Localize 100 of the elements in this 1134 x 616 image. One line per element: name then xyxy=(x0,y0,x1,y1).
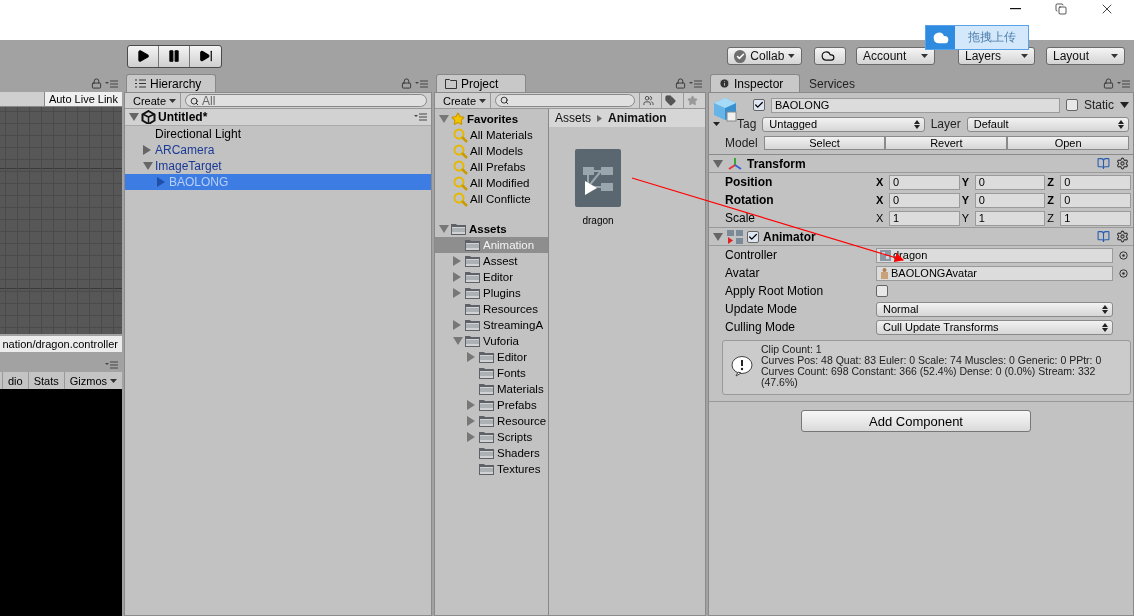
search-field[interactable]: All xyxy=(185,94,427,107)
caret-right-icon[interactable] xyxy=(453,272,461,282)
cloud-button[interactable] xyxy=(814,47,846,65)
favorite-item[interactable]: All Conflicte xyxy=(435,191,548,207)
folder-item[interactable]: Textures xyxy=(435,461,548,477)
favorite-item[interactable]: All Modified xyxy=(435,175,548,191)
favorite-item[interactable]: All Materials xyxy=(435,127,548,143)
breadcrumb-link[interactable]: Assets xyxy=(555,111,591,125)
model-button[interactable]: Revert xyxy=(885,136,1008,150)
settings-icon[interactable] xyxy=(1116,230,1129,243)
number-field[interactable]: 0 xyxy=(889,174,960,190)
menu-icon[interactable] xyxy=(414,113,427,121)
component-title: Transform xyxy=(747,156,806,171)
caret-right-icon[interactable] xyxy=(143,145,151,155)
help-book-icon[interactable] xyxy=(1097,230,1110,243)
folder-item[interactable]: Vuforia xyxy=(435,333,548,349)
filter-label-button[interactable] xyxy=(661,93,679,108)
layout-dropdown[interactable]: Layout xyxy=(1046,47,1125,65)
component-header[interactable]: Animator xyxy=(709,228,1133,246)
folder-item[interactable]: Shaders xyxy=(435,445,548,461)
checkbox[interactable] xyxy=(747,230,759,243)
favorites-header[interactable]: Favorites xyxy=(435,111,548,127)
number-field[interactable]: 0 xyxy=(974,192,1046,208)
breadcrumb-link[interactable]: Animation xyxy=(608,111,667,125)
folder-item[interactable]: Resources xyxy=(435,301,548,317)
folder-item[interactable]: Assest xyxy=(435,253,548,269)
search-field[interactable] xyxy=(495,94,635,107)
number-field[interactable]: 1 xyxy=(1060,210,1131,226)
settings-icon[interactable] xyxy=(1116,157,1129,170)
caret-right-icon[interactable] xyxy=(467,400,475,410)
caret-right-icon[interactable] xyxy=(467,352,475,362)
assets-header[interactable]: Assets xyxy=(435,221,548,237)
name-field[interactable]: BAOLONG xyxy=(771,97,1060,113)
caret-right-icon[interactable] xyxy=(453,288,461,298)
number-field[interactable]: 1 xyxy=(974,210,1046,226)
menu-icon[interactable] xyxy=(105,79,118,88)
asset-item[interactable]: dragon xyxy=(574,149,622,226)
search-icon xyxy=(453,175,468,191)
dropdown[interactable]: Normal xyxy=(876,301,1113,317)
number-field[interactable]: 0 xyxy=(1060,174,1131,190)
folder-item[interactable]: Prefabs xyxy=(435,397,548,413)
folder-item[interactable]: Fonts xyxy=(435,365,548,381)
lock-icon[interactable] xyxy=(401,78,412,89)
create-dropdown[interactable]: Create xyxy=(129,93,182,108)
folder-item[interactable]: Resource xyxy=(435,413,548,429)
menu-icon[interactable] xyxy=(1117,79,1130,88)
panel-tab[interactable]: Inspector xyxy=(710,74,800,92)
panel-tab[interactable]: Hierarchy xyxy=(126,74,216,92)
folder-icon xyxy=(465,287,480,299)
component-header[interactable]: Transform xyxy=(709,155,1133,173)
number-field[interactable]: 0 xyxy=(974,174,1046,190)
model-button[interactable]: Select xyxy=(763,136,886,150)
folder-item[interactable]: Editor xyxy=(435,349,548,365)
favorite-item[interactable]: All Models xyxy=(435,143,548,159)
number-field[interactable]: 0 xyxy=(1060,192,1131,208)
layer-label: Layer xyxy=(930,117,961,131)
checkbox[interactable] xyxy=(1066,99,1078,111)
menu-icon[interactable] xyxy=(689,79,702,88)
filter-type-button[interactable] xyxy=(639,93,657,108)
tag-dropdown[interactable]: Untagged xyxy=(762,116,925,132)
layer-dropdown[interactable]: Default xyxy=(966,116,1129,132)
upload-toast[interactable]: 拖拽上传 xyxy=(925,25,1029,50)
checkbox[interactable] xyxy=(753,99,765,111)
lock-icon[interactable] xyxy=(675,78,686,89)
folder-item[interactable]: Scripts xyxy=(435,429,548,445)
lock-icon[interactable] xyxy=(1103,78,1114,89)
folder-item[interactable]: Materials xyxy=(435,381,548,397)
create-dropdown[interactable]: Create xyxy=(439,93,492,108)
panel-tab[interactable]: Services xyxy=(800,74,866,92)
number-field[interactable]: 1 xyxy=(889,210,960,226)
tree-item[interactable]: ARCamera xyxy=(125,142,431,158)
checkbox[interactable] xyxy=(876,285,888,297)
live-link-toggle[interactable]: Auto Live Link xyxy=(43,92,122,106)
menu-icon[interactable] xyxy=(105,361,118,369)
folder-item[interactable]: Plugins xyxy=(435,285,548,301)
caret-right-icon[interactable] xyxy=(453,256,461,266)
model-button[interactable]: Open xyxy=(1007,136,1129,150)
menu-icon[interactable] xyxy=(415,79,428,88)
caret-down-icon[interactable] xyxy=(1120,102,1129,108)
add-component-button[interactable]: Add Component xyxy=(801,410,1031,432)
panel-tab[interactable]: Project xyxy=(436,74,526,92)
lock-icon[interactable] xyxy=(91,78,102,89)
caret-right-icon[interactable] xyxy=(453,320,461,330)
tree-item[interactable]: Directional Light xyxy=(125,126,431,142)
folder-item[interactable]: Editor xyxy=(435,269,548,285)
caret-right-icon[interactable] xyxy=(157,177,165,187)
dropdown[interactable]: Cull Update Transforms xyxy=(876,319,1113,335)
account-dropdown[interactable]: Account xyxy=(856,47,935,65)
caret-down-icon xyxy=(788,54,795,58)
search-icon xyxy=(453,143,468,159)
favorite-item[interactable]: All Prefabs xyxy=(435,159,548,175)
folder-item[interactable]: StreamingA xyxy=(435,317,548,333)
scene-header[interactable]: Untitled* xyxy=(125,109,431,126)
object-field[interactable]: BAOLONGAvatar xyxy=(876,265,1113,281)
tree-item[interactable]: ImageTarget xyxy=(125,158,431,174)
help-book-icon[interactable] xyxy=(1097,157,1110,170)
number-field[interactable]: 0 xyxy=(889,192,960,208)
collab-button[interactable]: Collab xyxy=(727,47,802,65)
caret-right-icon[interactable] xyxy=(467,416,475,426)
caret-right-icon[interactable] xyxy=(467,432,475,442)
